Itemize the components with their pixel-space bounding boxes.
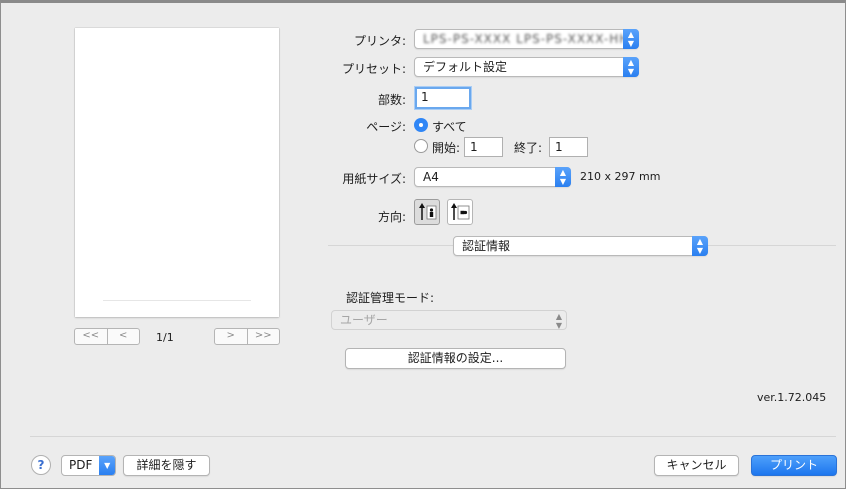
section-popup[interactable]: 認証情報 ▲ ▼ [453,236,708,256]
pages-range-radio[interactable] [414,139,428,153]
printer-label: プリンタ: [353,34,406,48]
preset-label: プリセット: [341,62,406,76]
cancel-button[interactable]: キャンセル [654,455,739,476]
paper-size-label: 用紙サイズ: [342,172,406,186]
page-preview [75,28,279,317]
previous-page-button[interactable]: < [106,329,140,344]
up-down-chevron-icon: ▲ ▼ [623,57,639,77]
paper-dimensions: 210 x 297 mm [580,170,661,183]
preset-value: デフォルト設定 [423,60,508,74]
section-value: 認証情報 [462,239,511,253]
printer-popup[interactable]: LPS-PS-XXXX LPS-PS-XXXX-HH ▲ ▼ [414,29,639,49]
copies-field[interactable]: 1 [415,87,471,109]
footer-separator [30,436,836,437]
pages-to-field[interactable]: 1 [549,137,588,157]
pages-from-label: 開始: [432,141,461,155]
up-down-chevron-icon: ▲ ▼ [692,236,708,256]
auth-mode-value: ユーザー [340,313,388,327]
copies-label: 部数: [377,93,406,107]
print-button[interactable]: プリント [751,455,837,476]
preview-nav-back-group: << < [74,328,140,345]
last-page-button[interactable]: >> [246,329,280,344]
chevron-down-icon: ▼ [99,456,115,475]
pages-label: ページ: [366,120,406,134]
first-page-button[interactable]: << [75,329,107,344]
version-label: ver.1.72.045 [757,391,827,404]
paper-size-value: A4 [423,170,439,184]
page-indicator: 1/1 [156,331,174,344]
paper-size-popup[interactable]: A4 ▲ ▼ [414,167,571,187]
pages-to-label: 終了: [514,141,543,155]
preset-popup[interactable]: デフォルト設定 ▲ ▼ [414,57,639,77]
auth-settings-button[interactable]: 認証情報の設定... [345,348,566,369]
auth-mode-label: 認証管理モード: [346,291,435,305]
pages-all-radio[interactable] [414,118,428,132]
preview-divider [103,300,251,301]
portrait-icon [419,203,437,220]
landscape-orientation-button[interactable] [447,199,473,225]
printer-name: LPS-PS-XXXX LPS-PS-XXXX-HH [423,32,630,46]
next-page-button[interactable]: > [215,329,247,344]
landscape-icon [451,203,470,220]
auth-mode-popup[interactable]: ユーザー ▲ ▼ [331,310,567,330]
pdf-menu-button[interactable]: PDF ▼ [61,455,116,476]
pages-all-label: すべて [432,120,467,134]
up-down-chevron-icon: ▲ ▼ [555,312,562,330]
preview-nav-forward-group: > >> [214,328,280,345]
portrait-orientation-button[interactable] [414,199,440,225]
hide-details-button[interactable]: 詳細を隠す [123,455,210,476]
orientation-label: 方向: [377,210,406,224]
pages-from-field[interactable]: 1 [464,137,503,157]
pdf-label: PDF [69,458,93,472]
up-down-chevron-icon: ▲ ▼ [555,167,571,187]
help-button[interactable]: ? [31,455,51,475]
up-down-chevron-icon: ▲ ▼ [623,29,639,49]
